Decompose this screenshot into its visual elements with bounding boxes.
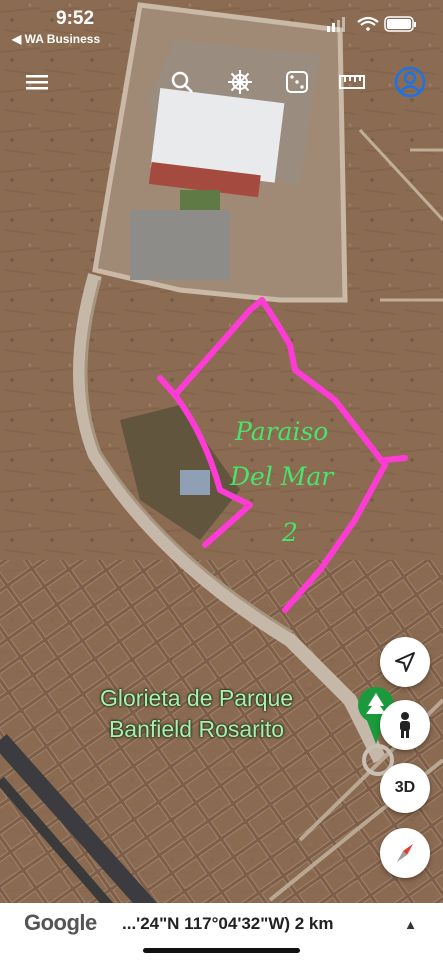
account-button[interactable] <box>392 64 428 100</box>
place-label-line1: Glorieta de Parque <box>100 685 294 711</box>
battery-icon <box>384 16 416 32</box>
place-label[interactable]: Glorieta de Parque Banfield Rosarito <box>100 683 293 745</box>
3d-toggle-button[interactable]: 3D <box>380 763 430 813</box>
satellite-map[interactable] <box>0 0 443 960</box>
signal-icon <box>327 17 345 32</box>
pegman-icon <box>400 712 410 738</box>
status-icons <box>327 16 416 32</box>
measure-button[interactable] <box>334 64 370 100</box>
wifi-icon <box>357 16 379 31</box>
compass-button[interactable] <box>380 828 430 878</box>
menu-icon <box>26 75 48 90</box>
coordinates-scale-text: ...'24"N 117°04'32"W) 2 km <box>122 914 334 933</box>
location-button[interactable] <box>380 637 430 687</box>
status-time: 9:52 <box>56 8 95 29</box>
annotation-text-line3: 2 <box>282 518 298 547</box>
google-logo: Google <box>24 910 97 935</box>
ruler-icon <box>339 75 365 89</box>
search-button[interactable] <box>164 64 200 100</box>
feeling-lucky-button[interactable] <box>279 64 315 100</box>
place-label-line2: Banfield Rosarito <box>108 716 285 742</box>
bottom-info-bar: Google ...'24"N 117°04'32"W) 2 km ▲ <box>0 903 443 960</box>
navigation-arrow-icon <box>395 652 415 672</box>
search-icon <box>171 71 193 93</box>
account-icon <box>394 66 426 98</box>
earth-toolbar <box>0 64 443 108</box>
compass-icon <box>397 844 413 862</box>
dice-icon <box>286 71 308 93</box>
ship-wheel-icon <box>228 70 252 94</box>
back-to-app-link[interactable]: ◀ WA Business <box>12 32 100 46</box>
street-view-button[interactable] <box>380 700 430 750</box>
annotation-text-line1: Paraiso <box>235 417 329 446</box>
menu-button[interactable] <box>20 64 56 100</box>
home-indicator <box>143 948 300 953</box>
status-bar: 9:52 ◀ WA Business <box>0 0 443 50</box>
chevron-up-icon[interactable]: ▲ <box>404 917 417 932</box>
voyager-button[interactable] <box>222 64 258 100</box>
annotation-text-line2: Del Mar <box>230 462 334 491</box>
